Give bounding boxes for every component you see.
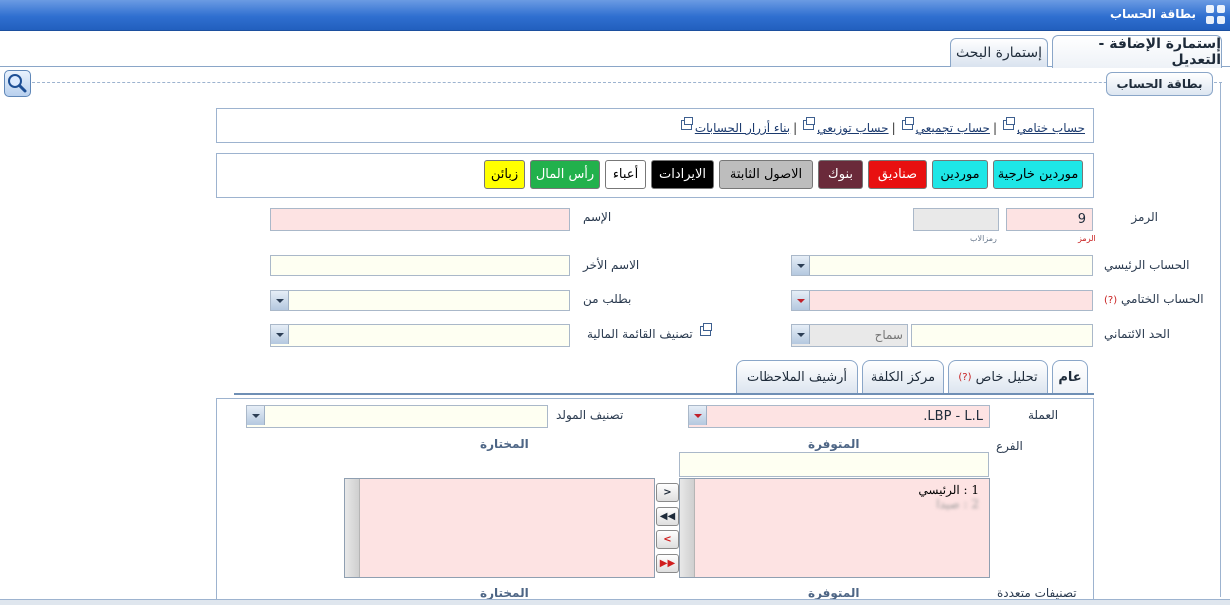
branch-filter-input[interactable] — [679, 452, 989, 477]
window-titlebar: بطاقة الحساب — [0, 0, 1230, 31]
credit-limit-label: الحد الائتماني — [1104, 327, 1170, 341]
external-link-icon[interactable] — [699, 323, 712, 336]
credit-type-select[interactable]: سماح — [791, 324, 908, 347]
currency-select[interactable]: LBP - L.L. — [688, 405, 990, 428]
link-final-account[interactable]: حساب ختامي — [1017, 121, 1085, 135]
available-label-2: المتوفرة — [808, 586, 860, 600]
tab-general[interactable]: عام — [1052, 360, 1088, 394]
type-button-banks[interactable]: بنوك — [818, 160, 863, 189]
main-account-select[interactable] — [791, 255, 1093, 276]
tab-add-edit-form[interactable]: إستمارة الإضافة - التعديل — [1052, 35, 1222, 68]
code-input[interactable]: 9 — [1006, 208, 1093, 231]
type-button-expenses[interactable]: أعباء — [605, 160, 646, 189]
tab-search-form[interactable]: إستمارة البحث — [950, 38, 1048, 67]
link-aggregate-account[interactable]: حساب تجميعي — [916, 121, 990, 135]
generator-class-select[interactable] — [246, 405, 548, 428]
chevron-down-icon[interactable] — [271, 291, 289, 310]
scrollbar[interactable] — [345, 479, 360, 577]
help-icon[interactable]: (?) — [1104, 295, 1117, 306]
currency-label: العملة — [1028, 408, 1059, 422]
list-item[interactable]: 1 : الرئيسي — [680, 483, 979, 497]
type-button-cash-boxes[interactable]: صناديق — [868, 160, 927, 189]
type-button-customers[interactable]: زبائن — [484, 160, 525, 189]
type-button-suppliers[interactable]: موردين — [932, 160, 988, 189]
type-button-fixed-assets[interactable]: الاصول الثابتة — [719, 160, 813, 189]
link-build-buttons[interactable]: بناء أزرار الحسابات — [695, 121, 790, 135]
account-links: حساب ختامي|حساب تجميعي|حساب توزيعي|بناء … — [678, 117, 1085, 135]
chevron-down-icon[interactable] — [792, 256, 810, 275]
other-name-label: الاسم الأخر — [583, 258, 640, 272]
subtab-divider — [234, 393, 1094, 395]
scrollbar[interactable] — [680, 479, 695, 577]
chevron-down-icon[interactable] — [247, 406, 265, 425]
other-name-input[interactable] — [270, 255, 570, 276]
section-divider — [22, 82, 1222, 83]
external-link-icon — [680, 117, 693, 130]
fin-statement-select[interactable] — [270, 324, 570, 347]
external-link-icon — [1002, 117, 1015, 130]
app-menu-icon[interactable] — [1206, 5, 1228, 25]
code-caption: الرمز — [1078, 234, 1096, 243]
search-icon[interactable] — [4, 70, 31, 97]
window-title: بطاقة الحساب — [1109, 7, 1196, 21]
external-link-icon — [901, 117, 914, 130]
help-icon[interactable]: (?) — [958, 372, 971, 383]
chevron-down-icon[interactable] — [792, 325, 810, 344]
name-label: الإسم — [583, 210, 612, 224]
final-account-label: الحساب الختامي (?) — [1104, 292, 1204, 306]
request-from-select[interactable] — [270, 290, 570, 311]
move-left-button[interactable]: < — [656, 530, 679, 549]
move-all-left-button[interactable]: ◀◀ — [656, 507, 679, 526]
multi-class-label: تصنيفات متعددة — [997, 586, 1077, 600]
chevron-down-icon[interactable] — [792, 291, 810, 310]
section-border — [1220, 82, 1221, 597]
final-account-select[interactable] — [791, 290, 1093, 311]
main-account-label: الحساب الرئيسي — [1104, 258, 1190, 272]
selected-branches-list[interactable] — [344, 478, 655, 578]
move-right-button[interactable]: > — [656, 483, 679, 502]
link-distribution-account[interactable]: حساب توزيعي — [817, 121, 888, 135]
account-links-panel: حساب ختامي|حساب تجميعي|حساب توزيعي|بناء … — [216, 108, 1094, 143]
selected-label-2: المختارة — [480, 586, 529, 600]
available-label: المتوفرة — [808, 437, 860, 451]
list-item[interactable]: 2 : صيدا — [680, 497, 979, 511]
generator-class-label: تصنيف المولد — [556, 408, 624, 422]
move-all-right-button[interactable]: ▶▶ — [656, 554, 679, 573]
branch-label: الفرع — [996, 439, 1023, 453]
code-label: الرمز — [1131, 210, 1158, 224]
chevron-down-icon[interactable] — [271, 325, 289, 344]
tab-special-analysis[interactable]: تحليل خاص (?) — [948, 360, 1048, 394]
available-branches-list[interactable]: 1 : الرئيسي 2 : صيدا — [679, 478, 990, 578]
tab-cost-center[interactable]: مركز الكلفة — [862, 360, 944, 394]
credit-type-value: سماح — [874, 328, 903, 342]
fin-statement-label: تصنيف القائمة المالية — [587, 323, 714, 341]
type-button-revenues[interactable]: الايرادات — [651, 160, 714, 189]
selected-label: المختارة — [480, 437, 529, 451]
external-link-icon — [803, 117, 816, 130]
chevron-down-icon[interactable] — [689, 406, 707, 425]
name-input[interactable] — [270, 208, 570, 231]
credit-limit-input[interactable] — [911, 324, 1093, 347]
type-button-foreign-suppliers[interactable]: موردين خارجية — [993, 160, 1083, 189]
bottom-scroll-edge — [0, 599, 1230, 605]
tab-notes-archive[interactable]: أرشيف الملاحظات — [736, 360, 858, 394]
type-button-capital[interactable]: رأس المال — [530, 160, 600, 189]
section-title: بطاقة الحساب — [1106, 72, 1213, 96]
currency-value: LBP - L.L. — [923, 409, 983, 424]
parent-code-caption: رمزالاب — [970, 234, 997, 243]
parent-code-input[interactable] — [913, 208, 999, 231]
request-from-label: بطلب من — [583, 292, 632, 306]
